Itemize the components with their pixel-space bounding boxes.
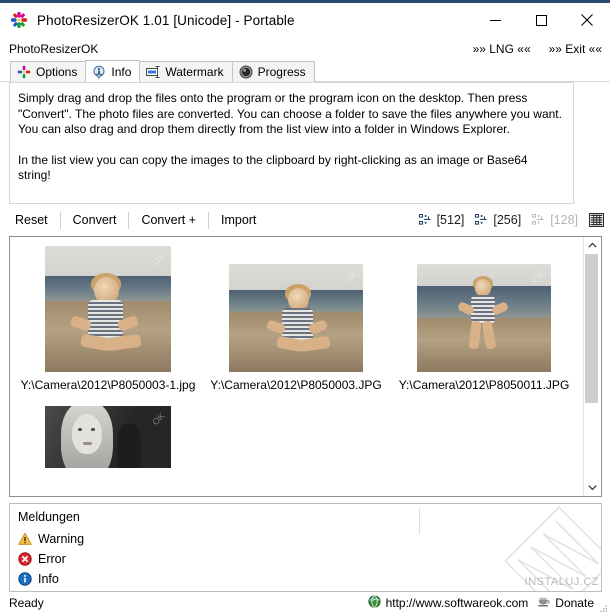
info-paragraph-1: Simply drag and drop the files onto the … (18, 91, 562, 137)
message-row-info[interactable]: Info (18, 569, 601, 589)
thumbnail-size-512-button[interactable]: [512] (418, 213, 465, 227)
thumbnail-size-128-button[interactable]: [128] (532, 213, 578, 227)
thumbnail-size-icon (475, 214, 489, 226)
website-link[interactable]: http://www.softwareok.com (367, 594, 529, 611)
status-text: Ready (9, 595, 44, 610)
action-toolbar: Reset Convert Convert + Import [512] [25… (0, 204, 610, 236)
toolbar-separator (207, 211, 209, 229)
thumbnail-size-128-label: [128] (550, 213, 578, 227)
chevron-down-icon[interactable] (584, 479, 601, 496)
error-icon (18, 552, 32, 566)
maximize-button[interactable] (518, 3, 564, 37)
tab-watermark[interactable]: Watermark (139, 61, 233, 82)
application-window: PhotoResizerOK 1.01 [Unicode] - Portable… (0, 0, 610, 613)
progress-icon (239, 65, 253, 79)
chevron-up-icon[interactable] (584, 237, 601, 254)
status-bar-links: http://www.softwareok.com Donate (367, 592, 594, 613)
info-paragraph-2: In the list view you can copy the images… (18, 152, 528, 183)
close-button[interactable] (564, 3, 610, 37)
tab-options-label: Options (36, 65, 78, 79)
message-row-error-label: Error (38, 552, 66, 566)
thumbnail-size-icon (418, 214, 433, 226)
thumbnail-size-256-button[interactable]: [256] (475, 213, 521, 227)
scrollbar-thumb[interactable] (585, 254, 598, 403)
window-controls (472, 3, 610, 37)
watermark-icon (146, 65, 160, 79)
messages-title: Meldungen (18, 510, 80, 524)
list-item[interactable]: OK Y:\Camera\2012\P8050003.JPG (202, 243, 390, 392)
globe-icon (367, 594, 381, 611)
thumbnail-size-256-label: [256] (493, 213, 522, 227)
list-item[interactable]: OK Y:\Camera\2012\P8050011.JPG (390, 243, 578, 392)
import-button[interactable]: Import (211, 211, 266, 229)
convert-button[interactable]: Convert (63, 211, 127, 229)
message-row-warning-label: Warning (38, 532, 85, 546)
message-row-warning[interactable]: Warning (18, 529, 601, 549)
list-view-items: OK Y:\Camera\2012\P8050003-1.jpg OK Y:\C… (10, 237, 583, 496)
warning-icon (18, 532, 32, 546)
language-link[interactable]: »» LNG «« (473, 42, 531, 56)
tab-progress[interactable]: Progress (231, 61, 315, 82)
reset-button[interactable]: Reset (10, 211, 58, 229)
tab-watermark-label: Watermark (165, 65, 224, 79)
thumbnail-size-512-label: [512] (436, 213, 465, 227)
message-row-info-label: Info (38, 572, 59, 586)
tab-progress-label: Progress (257, 65, 306, 79)
info-panel: Simply drag and drop the files onto the … (9, 82, 574, 204)
list-item-label: Y:\Camera\2012\P8050003-1.jpg (20, 378, 196, 392)
thumbnail-size-icon (532, 214, 546, 226)
info-panel-wrapper: Simply drag and drop the files onto the … (0, 82, 610, 204)
status-bar: Ready http://www.softwareok.com Donate (0, 592, 610, 613)
pinwheel-icon (10, 11, 28, 29)
thumbnail-image[interactable]: OK (417, 264, 551, 372)
donate-label: Donate (555, 595, 594, 610)
scrollbar-track[interactable] (584, 254, 601, 479)
secondary-bar-links: »» LNG «« »» Exit «« (473, 37, 602, 60)
toolbar-separator (128, 211, 130, 229)
info-icon (18, 572, 32, 586)
resize-grip-icon[interactable] (598, 602, 608, 612)
messages-wrapper: Meldungen Warning Error Info INSTALUJ.CZ (0, 497, 610, 592)
tab-info-label: Info (111, 64, 132, 79)
toolbar-right-group: [512] [256] [128] (418, 204, 604, 236)
list-item-label: Y:\Camera\2012\P8050003.JPG (210, 378, 382, 392)
exit-link[interactable]: »» Exit «« (549, 42, 602, 56)
tab-options[interactable]: Options (10, 61, 87, 82)
list-view-wrapper: OK Y:\Camera\2012\P8050003-1.jpg OK Y:\C… (0, 236, 610, 497)
list-item[interactable]: OK Y:\Camera\2012\P8050003-1.jpg (14, 243, 202, 392)
pinwheel-icon (17, 65, 31, 79)
coffee-icon (537, 595, 551, 611)
messages-panel: Meldungen Warning Error Info INSTALUJ.CZ (9, 503, 602, 592)
thumbnail-image[interactable]: OK (45, 246, 171, 372)
title-bar: PhotoResizerOK 1.01 [Unicode] - Portable (0, 3, 610, 37)
image-list-view[interactable]: OK Y:\Camera\2012\P8050003-1.jpg OK Y:\C… (9, 236, 602, 497)
thumbnail-image[interactable]: OK (229, 264, 363, 372)
list-view-scrollbar[interactable] (583, 237, 601, 496)
grid-view-icon[interactable] (589, 213, 604, 227)
list-item-label: Y:\Camera\2012\P8050011.JPG (398, 378, 570, 392)
website-url: http://www.softwareok.com (385, 595, 529, 610)
secondary-bar: PhotoResizerOK »» LNG «« »» Exit «« (0, 37, 610, 60)
info-icon (92, 65, 106, 79)
minimize-button[interactable] (472, 3, 518, 37)
tab-strip: Options Info Watermark Progress (0, 60, 610, 82)
message-row-error[interactable]: Error (18, 549, 601, 569)
list-item[interactable]: OK (14, 392, 202, 468)
donate-link[interactable]: Donate (537, 595, 594, 611)
window-title: PhotoResizerOK 1.01 [Unicode] - Portable (37, 12, 295, 28)
convert-plus-button[interactable]: Convert + (131, 211, 206, 229)
tab-info[interactable]: Info (85, 60, 141, 82)
app-name-label: PhotoResizerOK (9, 41, 99, 56)
thumbnail-image[interactable]: OK (45, 406, 171, 468)
toolbar-separator (59, 211, 61, 229)
messages-divider (419, 508, 420, 534)
